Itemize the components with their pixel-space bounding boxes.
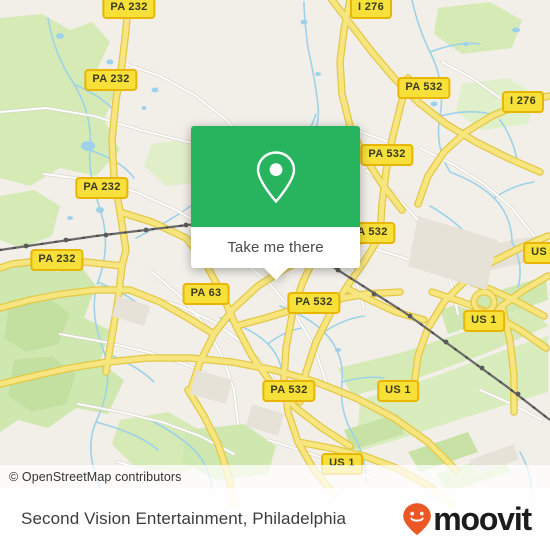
map-attribution[interactable]: © OpenStreetMap contributors — [0, 465, 550, 488]
place-title: Second Vision Entertainment, Philadelphi… — [21, 509, 347, 528]
map-screenshot: PA 232 I 276 PA 232 PA 532 I 276 PA 532 PA 232… — [0, 0, 550, 550]
moovit-logo[interactable]: moovit — [402, 502, 550, 536]
road-shield: US 1 — [523, 242, 550, 264]
footer-bar: Second Vision Entertainment, Philadelphi… — [0, 488, 550, 550]
take-me-there-label: Take me there — [227, 239, 324, 256]
moovit-wordmark: moovit — [433, 501, 532, 537]
road-shield: PA 232 — [84, 69, 138, 91]
road-shield: US 1 — [377, 380, 419, 402]
road-shield: PA 232 — [30, 249, 84, 271]
moovit-smiley-pin-icon — [403, 503, 432, 535]
popup-action-bar[interactable]: Take me there — [191, 227, 360, 280]
road-shield: PA 232 — [102, 0, 156, 19]
road-shield: PA 63 — [182, 283, 230, 305]
road-shield: PA 532 — [287, 292, 341, 314]
popup-header — [191, 126, 360, 227]
location-pin-icon — [256, 150, 295, 203]
road-shield: PA 232 — [75, 177, 129, 199]
road-shield: I 276 — [502, 91, 544, 113]
road-shield: PA 532 — [262, 380, 316, 402]
popup-pointer — [263, 268, 288, 280]
attribution-text: © OpenStreetMap contributors — [9, 469, 182, 484]
road-shield: US 1 — [463, 310, 505, 332]
take-me-there-popup[interactable]: Take me there — [191, 126, 360, 280]
road-shield: PA 532 — [360, 144, 414, 166]
road-shield: PA 532 — [397, 77, 451, 99]
road-shield: I 276 — [350, 0, 392, 19]
